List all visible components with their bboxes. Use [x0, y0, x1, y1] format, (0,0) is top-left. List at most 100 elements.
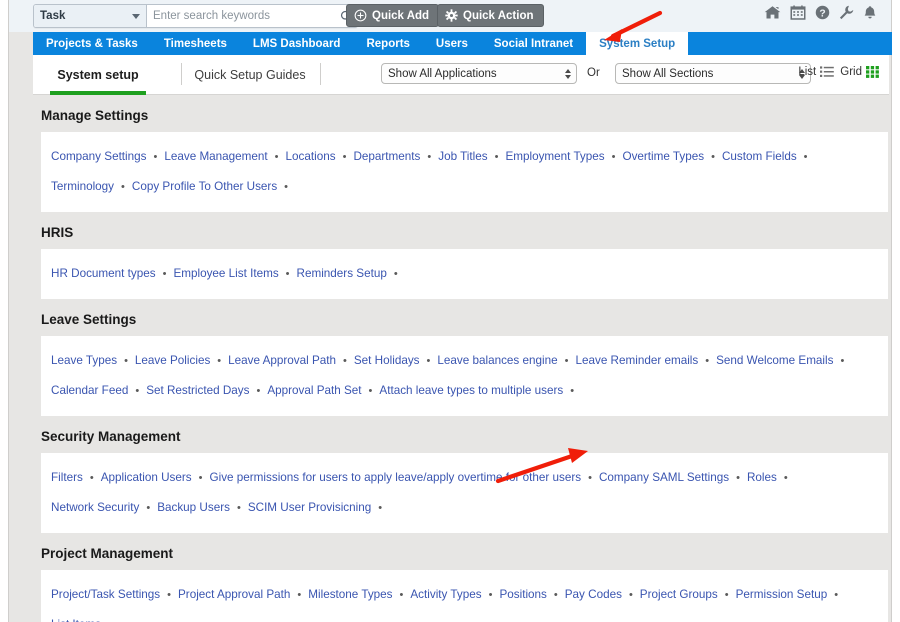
nav-item-social-intranet[interactable]: Social Intranet [481, 32, 586, 55]
link-leave-policies[interactable]: Leave Policies [135, 346, 210, 376]
nav-label: LMS Dashboard [253, 38, 341, 50]
separator-dot: • [605, 142, 623, 172]
separator-dot: • [139, 493, 157, 523]
calendar-icon[interactable] [790, 5, 806, 20]
link-job-titles[interactable]: Job Titles [438, 142, 487, 172]
link-project-approval-path[interactable]: Project Approval Path [178, 580, 290, 610]
bell-icon[interactable] [863, 5, 877, 20]
separator-dot: • [277, 172, 295, 202]
link-company-settings[interactable]: Company Settings [51, 142, 147, 172]
link-leave-management[interactable]: Leave Management [164, 142, 267, 172]
nav-label: Users [436, 38, 468, 50]
separator-dot: • [827, 580, 845, 610]
view-grid-label: Grid [840, 66, 862, 78]
link-copy-profile-to-other-users[interactable]: Copy Profile To Other Users [132, 172, 277, 202]
separator-dot: • [83, 463, 101, 493]
link-locations[interactable]: Locations [286, 142, 336, 172]
link-backup-users[interactable]: Backup Users [157, 493, 230, 523]
separator-dot: • [704, 142, 722, 172]
separator-dot: • [128, 376, 146, 406]
link-send-welcome-emails[interactable]: Send Welcome Emails [716, 346, 833, 376]
settings-sections-container: Manage Settings Company Settings• Leave … [33, 95, 889, 622]
link-scim-user-provisioning[interactable]: SCIM User Provisicning [248, 493, 371, 523]
nav-item-system-setup[interactable]: System Setup [586, 32, 688, 55]
home-icon[interactable] [764, 5, 781, 20]
link-filters[interactable]: Filters [51, 463, 83, 493]
separator-dot: • [718, 580, 736, 610]
link-leave-reminder-emails[interactable]: Leave Reminder emails [575, 346, 698, 376]
link-roles[interactable]: Roles [747, 463, 777, 493]
help-icon[interactable]: ? [815, 5, 830, 20]
separator-dot: • [147, 142, 165, 172]
nav-item-timesheets[interactable]: Timesheets [151, 32, 240, 55]
link-project-task-settings[interactable]: Project/Task Settings [51, 580, 160, 610]
link-network-security[interactable]: Network Security [51, 493, 139, 523]
link-leave-types[interactable]: Leave Types [51, 346, 117, 376]
link-leave-approval-path[interactable]: Leave Approval Path [228, 346, 336, 376]
section-links-row: Filters• Application Users• Give permiss… [41, 463, 888, 493]
section-title: Security Management [33, 416, 889, 453]
applications-filter-select[interactable]: Show All Applications [381, 63, 577, 84]
sections-filter-select[interactable]: Show All Sections [615, 63, 811, 84]
link-reminders-setup[interactable]: Reminders Setup [297, 259, 387, 289]
link-set-holidays[interactable]: Set Holidays [354, 346, 420, 376]
separator-dot: • [156, 259, 174, 289]
list-icon [820, 66, 834, 78]
view-grid-button[interactable]: Grid [840, 66, 879, 78]
separator-dot: • [558, 346, 576, 376]
link-leave-balances-engine[interactable]: Leave balances engine [437, 346, 557, 376]
link-positions[interactable]: Positions [499, 580, 546, 610]
nav-label: Timesheets [164, 38, 227, 50]
search-scope-select[interactable]: Task [34, 5, 147, 27]
link-set-restricted-days[interactable]: Set Restricted Days [146, 376, 249, 406]
global-search: Task [33, 4, 358, 28]
link-project-groups[interactable]: Project Groups [640, 580, 718, 610]
link-employment-types[interactable]: Employment Types [505, 142, 604, 172]
section-panel: Filters• Application Users• Give permiss… [41, 453, 888, 533]
section-links-row: Company Settings• Leave Management• Loca… [41, 142, 888, 172]
section-links-row: Network Security• Backup Users• SCIM Use… [41, 493, 888, 523]
quick-action-button[interactable]: Quick Action [437, 4, 544, 27]
tab-system-setup[interactable]: System setup [43, 55, 153, 95]
section-hris: HRIS HR Document types• Employee List It… [33, 212, 889, 299]
link-application-users[interactable]: Application Users [101, 463, 192, 493]
link-terminology[interactable]: Terminology [51, 172, 114, 202]
link-milestone-types[interactable]: Milestone Types [308, 580, 392, 610]
top-utility-bar: Task Quick Add [9, 0, 891, 32]
link-activity-types[interactable]: Activity Types [410, 580, 481, 610]
separator-dot: • [729, 463, 747, 493]
separator-dot: • [563, 376, 581, 406]
link-hr-document-types[interactable]: HR Document types [51, 259, 156, 289]
tab-quick-setup-guides[interactable]: Quick Setup Guides [188, 55, 312, 95]
nav-item-users[interactable]: Users [423, 32, 481, 55]
link-departments[interactable]: Departments [353, 142, 420, 172]
quick-add-button[interactable]: Quick Add [346, 4, 439, 27]
link-employee-list-items[interactable]: Employee List Items [173, 259, 278, 289]
link-overtime-types[interactable]: Overtime Types [622, 142, 704, 172]
link-company-saml-settings[interactable]: Company SAML Settings [599, 463, 729, 493]
link-pay-codes[interactable]: Pay Codes [565, 580, 622, 610]
gear-icon [445, 9, 458, 22]
link-permission-setup[interactable]: Permission Setup [736, 580, 828, 610]
link-list-items[interactable]: List Items [51, 610, 101, 622]
separator-dot: • [160, 580, 178, 610]
nav-label: System Setup [599, 38, 675, 50]
separator-dot: • [698, 346, 716, 376]
separator-dot: • [420, 142, 438, 172]
divider [181, 63, 182, 85]
wrench-icon[interactable] [839, 5, 854, 20]
link-custom-fields[interactable]: Custom Fields [722, 142, 797, 172]
nav-item-reports[interactable]: Reports [353, 32, 422, 55]
link-calendar-feed[interactable]: Calendar Feed [51, 376, 128, 406]
section-leave-settings: Leave Settings Leave Types• Leave Polici… [33, 299, 889, 416]
separator-dot: • [488, 142, 506, 172]
search-input[interactable] [147, 5, 335, 27]
nav-item-lms-dashboard[interactable]: LMS Dashboard [240, 32, 354, 55]
quick-add-label: Quick Add [372, 10, 429, 22]
link-attach-leave-types-to-multiple-users[interactable]: Attach leave types to multiple users [379, 376, 563, 406]
view-list-button[interactable]: List [798, 66, 834, 78]
nav-item-projects-tasks[interactable]: Projects & Tasks [33, 32, 151, 55]
link-give-permissions[interactable]: Give permissions for users to apply leav… [210, 463, 582, 493]
link-approval-path-set[interactable]: Approval Path Set [267, 376, 361, 406]
section-panel: Company Settings• Leave Management• Loca… [41, 132, 888, 212]
